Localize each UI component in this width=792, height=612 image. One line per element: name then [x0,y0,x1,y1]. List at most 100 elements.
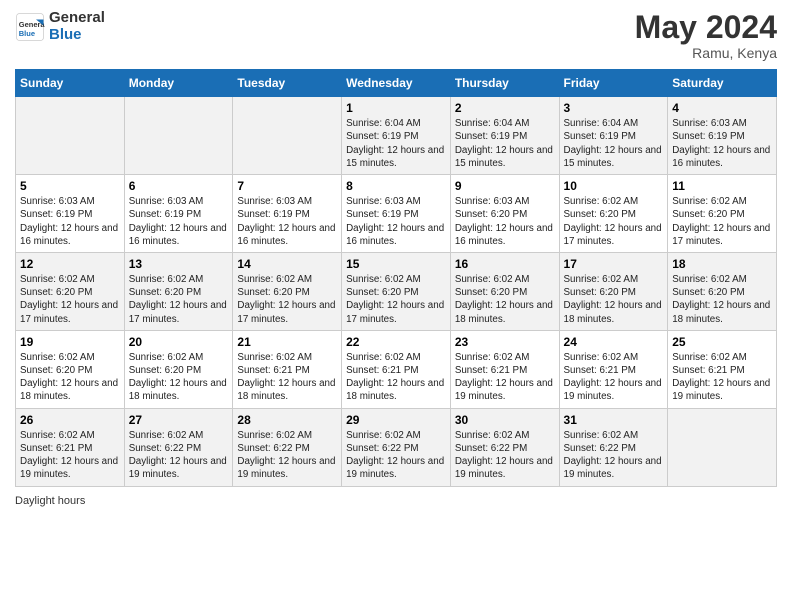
day-number: 4 [672,101,772,115]
calendar-cell: 30 Sunrise: 6:02 AMSunset: 6:22 PMDayligh… [450,408,559,486]
calendar-cell: 26Sunrise: 6:02 AMSunset: 6:21 PMDayligh… [16,408,125,486]
calendar-week-4: 19 Sunrise: 6:02 AMSunset: 6:20 PMDayligh… [16,330,777,408]
day-number: 13 [129,257,229,271]
calendar-cell [233,97,342,175]
day-number: 23 [455,335,555,349]
cell-info: Sunrise: 6:02 AMSunset: 6:20 PMDaylight:… [20,352,118,403]
day-number: 7 [237,179,337,193]
day-number: 8 [346,179,446,193]
calendar-cell: 20Sunrise: 6:02 AMSunset: 6:20 PMDayligh… [124,330,233,408]
calendar-page: General Blue General Blue May 2024 Ramu,… [0,0,792,612]
calendar-cell: 9 Sunrise: 6:03 AMSunset: 6:20 PMDaylight… [450,175,559,253]
col-wednesday: Wednesday [342,70,451,97]
day-number: 14 [237,257,337,271]
header: General Blue General Blue May 2024 Ramu,… [15,10,777,61]
cell-info: Sunrise: 6:03 AMSunset: 6:19 PMDaylight:… [672,118,770,169]
col-sunday: Sunday [16,70,125,97]
day-number: 20 [129,335,229,349]
cell-info: Sunrise: 6:03 AMSunset: 6:20 PMDaylight:… [455,196,553,247]
day-number: 24 [564,335,664,349]
day-number: 26 [20,413,120,427]
col-friday: Friday [559,70,668,97]
footer-daylight: Daylight hours [15,495,777,507]
day-number: 19 [20,335,120,349]
calendar-cell: 3 Sunrise: 6:04 AMSunset: 6:19 PMDaylight… [559,97,668,175]
cell-info: Sunrise: 6:04 AMSunset: 6:19 PMDaylight:… [455,118,553,169]
day-number: 12 [20,257,120,271]
calendar-cell: 13 Sunrise: 6:02 AMSunset: 6:20 PMDayligh… [124,252,233,330]
day-number: 1 [346,101,446,115]
day-number: 18 [672,257,772,271]
cell-info: Sunrise: 6:02 AMSunset: 6:22 PMDaylight:… [129,430,227,481]
calendar-cell: 17 Sunrise: 6:02 AMSunset: 6:20 PMDayligh… [559,252,668,330]
calendar-week-2: 5Sunrise: 6:03 AMSunset: 6:19 PMDaylight… [16,175,777,253]
calendar-cell: 12 Sunrise: 6:02 AMSunset: 6:20 PMDayligh… [16,252,125,330]
day-number: 6 [129,179,229,193]
cell-info: Sunrise: 6:03 AMSunset: 6:19 PMDaylight:… [346,196,444,247]
day-number: 10 [564,179,664,193]
title-block: May 2024 Ramu, Kenya [635,10,777,61]
cell-info: Sunrise: 6:02 AMSunset: 6:21 PMDaylight:… [237,352,335,403]
calendar-cell: 19 Sunrise: 6:02 AMSunset: 6:20 PMDayligh… [16,330,125,408]
cell-info: Sunrise: 6:04 AMSunset: 6:19 PMDaylight:… [564,118,662,169]
cell-info: Sunrise: 6:02 AMSunset: 6:22 PMDaylight:… [455,430,553,481]
day-number: 25 [672,335,772,349]
cell-info: Sunrise: 6:02 AMSunset: 6:20 PMDaylight:… [455,274,553,325]
calendar-cell: 23 Sunrise: 6:02 AMSunset: 6:21 PMDayligh… [450,330,559,408]
day-number: 15 [346,257,446,271]
calendar-subtitle: Ramu, Kenya [635,45,777,61]
calendar-cell: 29 Sunrise: 6:02 AMSunset: 6:22 PMDayligh… [342,408,451,486]
day-number: 9 [455,179,555,193]
day-number: 21 [237,335,337,349]
cell-info: Sunrise: 6:02 AMSunset: 6:21 PMDaylight:… [672,352,770,403]
cell-info: Sunrise: 6:02 AMSunset: 6:20 PMDaylight:… [564,274,662,325]
calendar-cell: 28 Sunrise: 6:02 AMSunset: 6:22 PMDayligh… [233,408,342,486]
logo-icon: General Blue [15,12,45,42]
calendar-cell [16,97,125,175]
cell-info: Sunrise: 6:04 AMSunset: 6:19 PMDaylight:… [346,118,444,169]
calendar-cell: 14Sunrise: 6:02 AMSunset: 6:20 PMDayligh… [233,252,342,330]
cell-info: Sunrise: 6:03 AMSunset: 6:19 PMDaylight:… [237,196,335,247]
cell-info: Sunrise: 6:02 AMSunset: 6:21 PMDaylight:… [455,352,553,403]
calendar-cell: 27 Sunrise: 6:02 AMSunset: 6:22 PMDayligh… [124,408,233,486]
calendar-cell: 21 Sunrise: 6:02 AMSunset: 6:21 PMDayligh… [233,330,342,408]
calendar-table: Sunday Monday Tuesday Wednesday Thursday… [15,69,777,486]
logo-line2: Blue [49,27,105,44]
cell-info: Sunrise: 6:02 AMSunset: 6:20 PMDaylight:… [129,274,227,325]
calendar-cell: 22 Sunrise: 6:02 AMSunset: 6:21 PMDayligh… [342,330,451,408]
calendar-cell: 15 Sunrise: 6:02 AMSunset: 6:20 PMDayligh… [342,252,451,330]
calendar-title: May 2024 [635,10,777,45]
day-number: 29 [346,413,446,427]
day-number: 16 [455,257,555,271]
day-number: 2 [455,101,555,115]
logo: General Blue General Blue [15,10,105,43]
cell-info: Sunrise: 6:02 AMSunset: 6:20 PMDaylight:… [564,196,662,247]
cell-info: Sunrise: 6:02 AMSunset: 6:21 PMDaylight:… [346,352,444,403]
day-number: 28 [237,413,337,427]
calendar-cell: 10 Sunrise: 6:02 AMSunset: 6:20 PMDayligh… [559,175,668,253]
calendar-cell: 24 Sunrise: 6:02 AMSunset: 6:21 PMDayligh… [559,330,668,408]
calendar-cell: 6Sunrise: 6:03 AMSunset: 6:19 PMDaylight… [124,175,233,253]
cell-info: Sunrise: 6:02 AMSunset: 6:20 PMDaylight:… [672,196,770,247]
col-monday: Monday [124,70,233,97]
cell-info: Sunrise: 6:02 AMSunset: 6:22 PMDaylight:… [237,430,335,481]
calendar-cell: 7 Sunrise: 6:03 AMSunset: 6:19 PMDaylight… [233,175,342,253]
calendar-cell: 11Sunrise: 6:02 AMSunset: 6:20 PMDayligh… [668,175,777,253]
day-number: 27 [129,413,229,427]
calendar-cell [668,408,777,486]
cell-info: Sunrise: 6:02 AMSunset: 6:20 PMDaylight:… [20,274,118,325]
cell-info: Sunrise: 6:02 AMSunset: 6:21 PMDaylight:… [564,352,662,403]
calendar-cell: 2 Sunrise: 6:04 AMSunset: 6:19 PMDaylight… [450,97,559,175]
day-number: 22 [346,335,446,349]
logo-line1: General [49,10,105,27]
col-saturday: Saturday [668,70,777,97]
calendar-week-1: 1 Sunrise: 6:04 AMSunset: 6:19 PMDaylight… [16,97,777,175]
day-number: 3 [564,101,664,115]
calendar-cell: 8 Sunrise: 6:03 AMSunset: 6:19 PMDaylight… [342,175,451,253]
cell-info: Sunrise: 6:02 AMSunset: 6:22 PMDaylight:… [346,430,444,481]
day-number: 17 [564,257,664,271]
calendar-week-5: 26Sunrise: 6:02 AMSunset: 6:21 PMDayligh… [16,408,777,486]
cell-info: Sunrise: 6:02 AMSunset: 6:20 PMDaylight:… [346,274,444,325]
cell-info: Sunrise: 6:02 AMSunset: 6:22 PMDaylight:… [564,430,662,481]
day-number: 30 [455,413,555,427]
